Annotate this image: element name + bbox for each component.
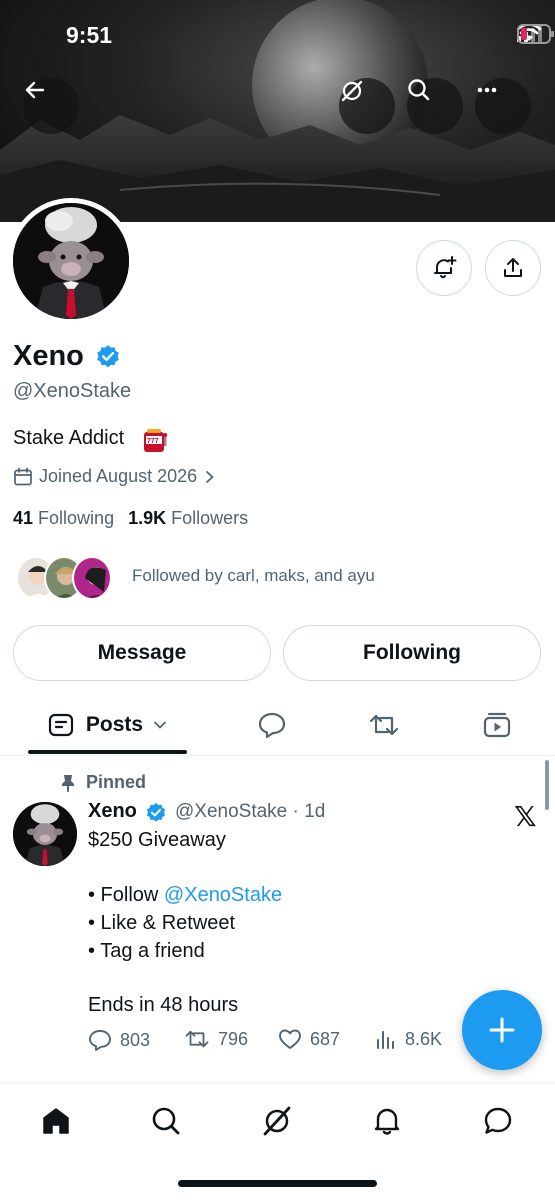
- home-icon: [43, 1108, 69, 1134]
- views-icon: [377, 1031, 394, 1049]
- followers-label: Followers: [171, 508, 249, 528]
- reply-button[interactable]: 803: [88, 1028, 150, 1052]
- pin-icon: [62, 774, 74, 792]
- posts-icon: [48, 713, 74, 737]
- message-button[interactable]: Message: [13, 625, 271, 681]
- status-bar: 9:51: [0, 0, 555, 74]
- pinned-label: Pinned: [86, 772, 147, 792]
- like-icon: [279, 1029, 301, 1049]
- avatar-image: [13, 203, 129, 319]
- nav-notifications[interactable]: [362, 1101, 412, 1141]
- post-avatar-illustration: [13, 802, 77, 866]
- pinned-indicator: Pinned: [60, 772, 146, 793]
- back-button[interactable]: [23, 78, 79, 134]
- back-arrow-icon: [25, 81, 45, 99]
- following-count: 41: [13, 508, 34, 528]
- messages-icon: [484, 1107, 512, 1134]
- post-mention-link[interactable]: @XenoStake: [164, 884, 282, 906]
- more-button[interactable]: [475, 78, 531, 134]
- repost-button[interactable]: 796: [184, 1028, 248, 1050]
- post-text-line-2: • Follow @XenoStake: [88, 884, 282, 907]
- following-label: Following: [38, 508, 115, 528]
- search-button[interactable]: [407, 78, 463, 134]
- profile-bio: Stake Addict: [13, 427, 125, 449]
- battery-icon: [517, 24, 554, 44]
- share-button[interactable]: [485, 240, 541, 296]
- post-author-name[interactable]: Xeno: [88, 800, 137, 823]
- nav-messages[interactable]: [473, 1101, 523, 1141]
- compose-plus-icon: [489, 1017, 515, 1043]
- video-icon: [483, 712, 511, 738]
- tab-reposts[interactable]: [359, 696, 409, 754]
- joined-text: Joined August 2026: [39, 466, 198, 486]
- reply-count: 803: [120, 1029, 151, 1050]
- profile-banner: 9:51: [0, 0, 555, 222]
- avatar-illustration: [13, 203, 129, 319]
- nav-home[interactable]: [31, 1101, 81, 1141]
- more-icon: [477, 87, 497, 93]
- post-text-line-1: $250 Giveaway: [88, 829, 226, 851]
- profile-tabs: Posts: [0, 696, 555, 756]
- followers-count: 1.9K: [128, 508, 167, 528]
- joined-date[interactable]: Joined August 2026: [13, 466, 217, 487]
- notify-button[interactable]: [416, 240, 472, 296]
- reply-icon: [89, 1030, 111, 1051]
- post-text-line-4: • Tag a friend: [88, 940, 205, 962]
- home-indicator: [178, 1180, 377, 1187]
- post-text-line-5: Ends in 48 hours: [88, 994, 239, 1016]
- status-time: 9:51: [66, 22, 113, 48]
- share-icon: [504, 258, 522, 277]
- mutual-followers[interactable]: [16, 556, 112, 600]
- following-link[interactable]: 41 Following: [13, 508, 114, 529]
- like-button[interactable]: 687: [278, 1028, 340, 1050]
- followed-by-text[interactable]: Followed by carl, maks, and ayu: [132, 566, 375, 586]
- post-text-line-3: • Like & Retweet: [88, 912, 236, 934]
- tab-posts-label: Posts: [85, 713, 144, 736]
- post-follow-prefix: • Follow: [88, 884, 164, 906]
- compose-button[interactable]: [462, 990, 542, 1070]
- profile-handle: @XenoStake: [13, 380, 132, 402]
- verified-badge-icon[interactable]: [95, 344, 121, 370]
- post-handle-time: @XenoStake · 1d: [175, 801, 326, 822]
- replies-icon: [258, 712, 286, 739]
- repost-count: 796: [218, 1028, 249, 1049]
- views-button[interactable]: 8.6K: [375, 1028, 442, 1050]
- x-logo-icon[interactable]: 𝕏: [514, 800, 537, 833]
- post-actions: 803 796 687 8.6K: [88, 1028, 468, 1058]
- post-verified-badge-icon: [146, 802, 166, 822]
- tab-media[interactable]: [472, 696, 522, 754]
- post-author-avatar[interactable]: [13, 802, 77, 866]
- mutual-avatar-ayu: [72, 556, 112, 600]
- notifications-icon: [374, 1108, 400, 1135]
- views-count: 8.6K: [405, 1028, 443, 1049]
- profile-avatar[interactable]: [8, 198, 134, 324]
- active-tab-indicator: [28, 750, 187, 754]
- tab-posts[interactable]: Posts: [28, 696, 187, 754]
- chevron-right-icon: [206, 470, 214, 483]
- like-count: 687: [310, 1028, 341, 1049]
- svg-text:777: 777: [147, 438, 159, 445]
- profile-display-name: Xeno: [13, 340, 84, 372]
- nav-search[interactable]: [141, 1101, 191, 1141]
- repost-icon: [185, 1030, 209, 1048]
- nav-grok-icon: [263, 1106, 291, 1136]
- following-button[interactable]: Following: [283, 625, 541, 681]
- search-icon: [408, 79, 430, 101]
- tab-replies[interactable]: [247, 696, 297, 754]
- grok-button[interactable]: [339, 78, 395, 134]
- retweet-icon: [369, 714, 399, 736]
- nav-grok[interactable]: [252, 1101, 302, 1141]
- chevron-down-icon: [154, 721, 166, 729]
- followers-link[interactable]: 1.9K Followers: [128, 508, 248, 529]
- follow-stats: 41 Following 1.9K Followers: [13, 508, 248, 529]
- slot-machine-icon: 777: [144, 429, 168, 452]
- scrollbar[interactable]: [545, 760, 549, 810]
- grok-icon: [341, 80, 363, 102]
- nav-search-icon: [152, 1107, 180, 1135]
- bell-plus-icon: [434, 256, 457, 279]
- calendar-icon: [14, 467, 32, 485]
